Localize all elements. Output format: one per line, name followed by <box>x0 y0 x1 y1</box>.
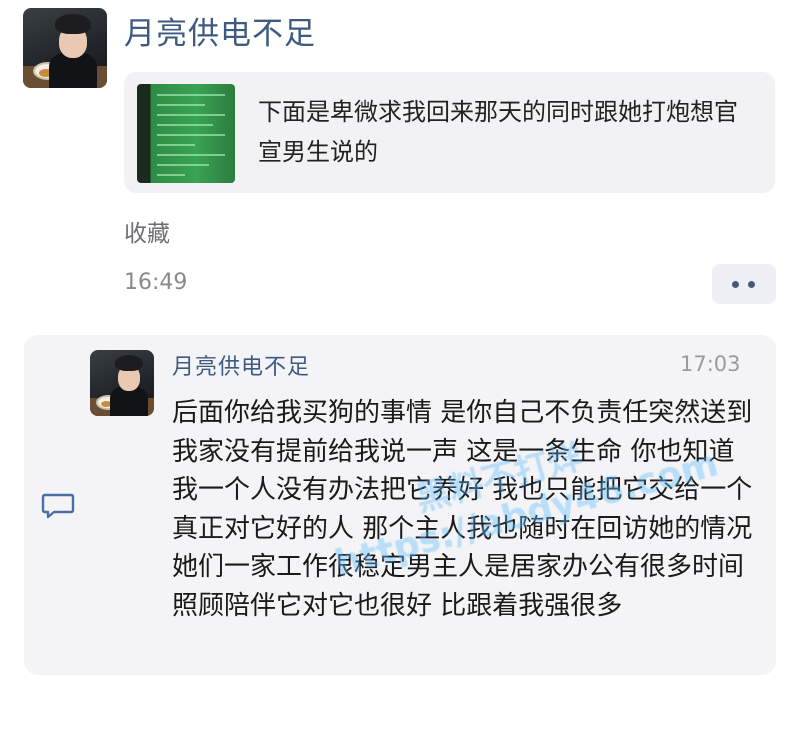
chat-screenshot-thumbnail[interactable] <box>137 84 235 183</box>
forwarded-message-text: 下面是卑微求我回来那天的同时跟她打炮想官宣男生说的 <box>258 98 738 166</box>
more-dots-icon <box>732 281 739 288</box>
sender-name[interactable]: 月亮供电不足 <box>124 8 316 53</box>
chat-message-text: 后面你给我买狗的事情 是你自己不负责任突然送到我家没有提前给我说一声 这是一条生… <box>172 398 753 621</box>
chat-bubble-icon[interactable] <box>41 492 75 520</box>
sender-avatar[interactable] <box>23 8 107 88</box>
more-dots-icon <box>748 281 755 288</box>
forwarded-message-card[interactable]: 下面是卑微求我回来那天的同时跟她打炮想官宣男生说的 <box>124 72 775 193</box>
more-options-button[interactable] <box>712 264 776 304</box>
chat-sender-name[interactable]: 月亮供电不足 <box>172 349 310 381</box>
chat-timestamp: 17:03 <box>680 352 741 376</box>
chat-sender-avatar[interactable] <box>90 350 154 416</box>
post-timestamp: 16:49 <box>124 270 188 295</box>
collect-label[interactable]: 收藏 <box>124 214 170 248</box>
